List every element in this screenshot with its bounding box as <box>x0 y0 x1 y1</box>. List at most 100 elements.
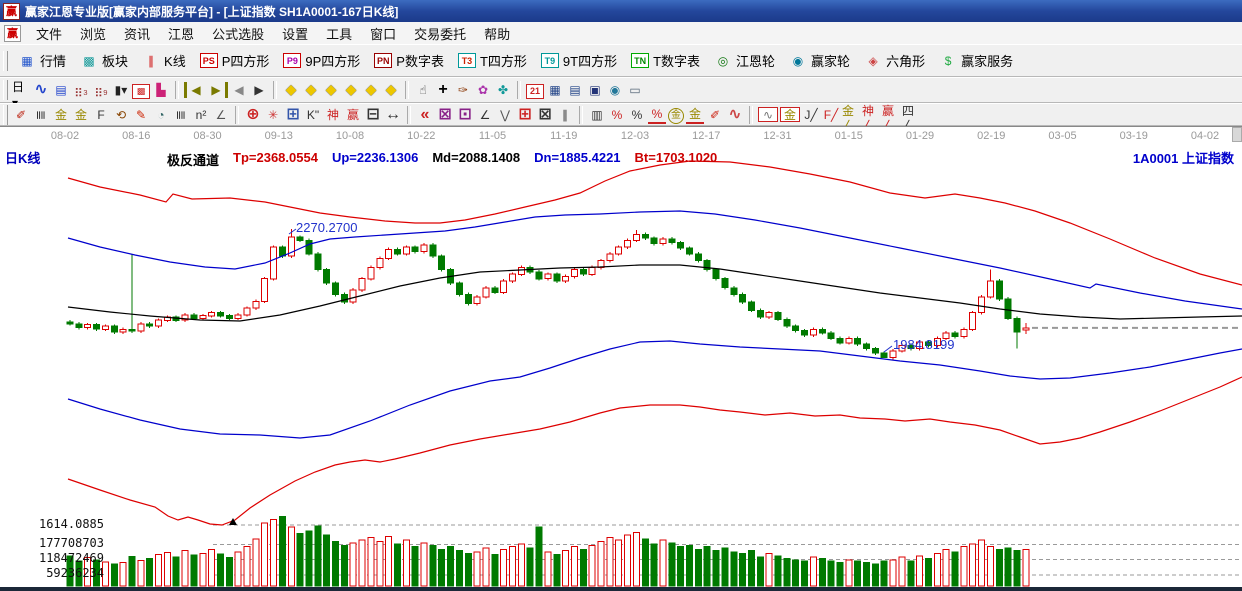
percent-retrace-tool[interactable]: % <box>608 106 626 124</box>
menu-item-公式选股[interactable]: 公式选股 <box>203 25 273 44</box>
ruler-count-tool[interactable]: ⊟ <box>364 106 382 124</box>
f-comb-tool[interactable]: F <box>92 106 110 124</box>
red-pencil-tool[interactable]: ✎ <box>132 106 150 124</box>
gann-expand-all-tool[interactable]: ◆ <box>362 81 380 99</box>
winner-wheel-button[interactable]: ◉ 赢家轮 <box>782 49 857 72</box>
menu-item-资讯[interactable]: 资讯 <box>115 25 159 44</box>
wave-tool[interactable]: ∿ <box>726 106 744 124</box>
last-page-tool[interactable]: ▶ <box>207 81 228 99</box>
trend-angle-tool[interactable]: ∠ <box>476 106 494 124</box>
v-wave-tool[interactable]: ⋁ <box>496 106 514 124</box>
grid-arrow-tool[interactable]: ⊠ <box>536 106 554 124</box>
menu-item-文件[interactable]: 文件 <box>27 25 71 44</box>
gann-full-view-tool[interactable]: ◆ <box>382 81 400 99</box>
bars-9-tool[interactable]: ⣶₉ <box>92 81 110 99</box>
calendar-21-tool[interactable]: 21 <box>526 81 544 99</box>
width-arrows-tool[interactable]: ↔ <box>384 106 402 124</box>
n-square-tool[interactable]: n² <box>192 106 210 124</box>
first-page-tool[interactable]: ◀ <box>184 81 205 99</box>
grid-target-tool[interactable]: ⊞ <box>284 106 302 124</box>
ying-angle-tool[interactable]: 赢╱ <box>882 102 900 134</box>
menu-item-设置[interactable]: 设置 <box>273 25 317 44</box>
menu-item-江恩[interactable]: 江恩 <box>159 25 203 44</box>
gann-shift-right-tool[interactable]: ◆ <box>302 81 320 99</box>
info-panel-tool[interactable]: ▤ <box>52 81 70 99</box>
flower-tool-tool[interactable]: ✿ <box>474 81 492 99</box>
sectors-button[interactable]: ▩ 板块 <box>73 49 135 72</box>
shen-tool-tool[interactable]: 神 <box>324 106 342 124</box>
t-square-button[interactable]: T3 T四方形 <box>451 49 534 72</box>
gann-shift-left-tool[interactable]: ◆ <box>282 81 300 99</box>
notes-tool[interactable]: ▤ <box>566 81 584 99</box>
t-number-table-button[interactable]: TN T数字表 <box>624 49 707 72</box>
jin-angle-tool[interactable]: 金╱ <box>842 102 860 134</box>
candle-style-tool[interactable]: ▮▾ <box>112 81 130 99</box>
gann-wheel-button[interactable]: ◎ 江恩轮 <box>707 49 782 72</box>
golden-gate2-tool[interactable]: 金 <box>72 106 90 124</box>
p-square-button[interactable]: PS P四方形 <box>193 49 277 72</box>
menu-item-窗口[interactable]: 窗口 <box>361 25 405 44</box>
golden-gate-tool[interactable]: 金 <box>52 106 70 124</box>
shen-angle-tool[interactable]: 神╱ <box>862 102 880 134</box>
spiral-tool[interactable]: ⟲ <box>112 106 130 124</box>
ray-fan-tool[interactable]: « <box>416 106 434 124</box>
crosshair-tool[interactable]: + <box>434 81 452 99</box>
red-pattern-tool[interactable]: ▩ <box>132 81 150 99</box>
golden-circle-tool[interactable]: 金 <box>668 105 684 124</box>
menu-item-交易委托[interactable]: 交易委托 <box>405 25 475 44</box>
period-day-selector-tool[interactable]: 日▾ <box>12 78 30 110</box>
hexagon-button[interactable]: ◈ 六角形 <box>857 49 932 72</box>
golden-box-tool[interactable]: 金 <box>780 106 800 124</box>
workstation-tool[interactable]: ▭ <box>626 81 644 99</box>
web-link-tool[interactable]: ◉ <box>606 81 624 99</box>
j-angle-tool[interactable]: J╱ <box>802 106 820 124</box>
bars-3-tool[interactable]: ⣶₃ <box>72 81 90 99</box>
fan-square-tool[interactable]: ⊡ <box>456 106 474 124</box>
color-histogram-tool[interactable]: ▙ <box>152 81 170 99</box>
cycle-clock-tool[interactable]: ◔ <box>152 106 170 124</box>
t9-square-button[interactable]: T9 9T四方形 <box>534 49 624 72</box>
knot-tool-tool[interactable]: ✤ <box>494 81 512 99</box>
p9-square-button[interactable]: P9 9P四方形 <box>276 49 367 72</box>
wave-box-tool[interactable]: ∿ <box>758 106 778 124</box>
menu-item-工具[interactable]: 工具 <box>317 25 361 44</box>
angle-flag-tool[interactable]: ∠ <box>212 106 230 124</box>
ying-tool-tool[interactable]: 赢 <box>344 106 362 124</box>
comb2-tool[interactable]: ≣ <box>172 106 190 124</box>
kline-button[interactable]: ∥ K线 <box>135 49 193 72</box>
menu-item-帮助[interactable]: 帮助 <box>475 25 519 44</box>
quotes-button[interactable]: ▦ 行情 <box>11 49 73 72</box>
f-angle-tool[interactable]: F╱ <box>822 106 840 124</box>
percent-tool[interactable]: % <box>628 106 646 124</box>
starburst-tool[interactable]: ✳ <box>264 106 282 124</box>
si-angle-tool[interactable]: 四╱ <box>902 102 920 134</box>
parallel-lines-tool[interactable]: ∥ <box>556 106 574 124</box>
pin-measure-tool[interactable]: ✑ <box>454 81 472 99</box>
volume-bar <box>190 554 198 587</box>
hand-drag-tool[interactable]: ☝ <box>414 81 432 99</box>
chart-area[interactable]: 08-02 08-16 08-30 09-13 10-08 10-22 11-05 11-19… <box>0 126 1242 591</box>
candle-body <box>199 315 207 319</box>
calculator-tool[interactable]: ▦ <box>546 81 564 99</box>
save-tool[interactable]: ▣ <box>586 81 604 99</box>
red-grid-tool[interactable]: ⊞ <box>516 106 534 124</box>
golden-line-tool[interactable]: 金 <box>686 105 704 124</box>
fan-box-tool[interactable]: ⊠ <box>436 106 454 124</box>
zigzag-chart-tool[interactable]: ∿ <box>32 81 50 99</box>
comb-grid-tool[interactable]: ≣ <box>32 106 50 124</box>
stat-columns-tool[interactable]: ▥ <box>588 106 606 124</box>
gann-compress-tool[interactable]: ◆ <box>342 81 360 99</box>
winner-service-button[interactable]: $ 赢家服务 <box>932 49 1020 72</box>
percent-line-tool[interactable]: % <box>648 105 666 124</box>
next-page-tool[interactable]: ▶ <box>250 81 268 99</box>
price-note-tool[interactable]: ✐ <box>706 106 724 124</box>
candle-body <box>1004 298 1012 319</box>
target-cross-tool[interactable]: ⊕ <box>244 106 262 124</box>
paint-brush-tool[interactable]: ✐ <box>12 106 30 124</box>
k-quote-tool[interactable]: K" <box>304 106 322 124</box>
menu-item-浏览[interactable]: 浏览 <box>71 25 115 44</box>
gann-expand-horizontal-tool[interactable]: ◆ <box>322 81 340 99</box>
p-number-table-button[interactable]: PN P数字表 <box>367 49 451 72</box>
kline-chart-canvas[interactable] <box>0 127 1242 591</box>
prev-page-tool[interactable]: ◀ <box>230 81 248 99</box>
